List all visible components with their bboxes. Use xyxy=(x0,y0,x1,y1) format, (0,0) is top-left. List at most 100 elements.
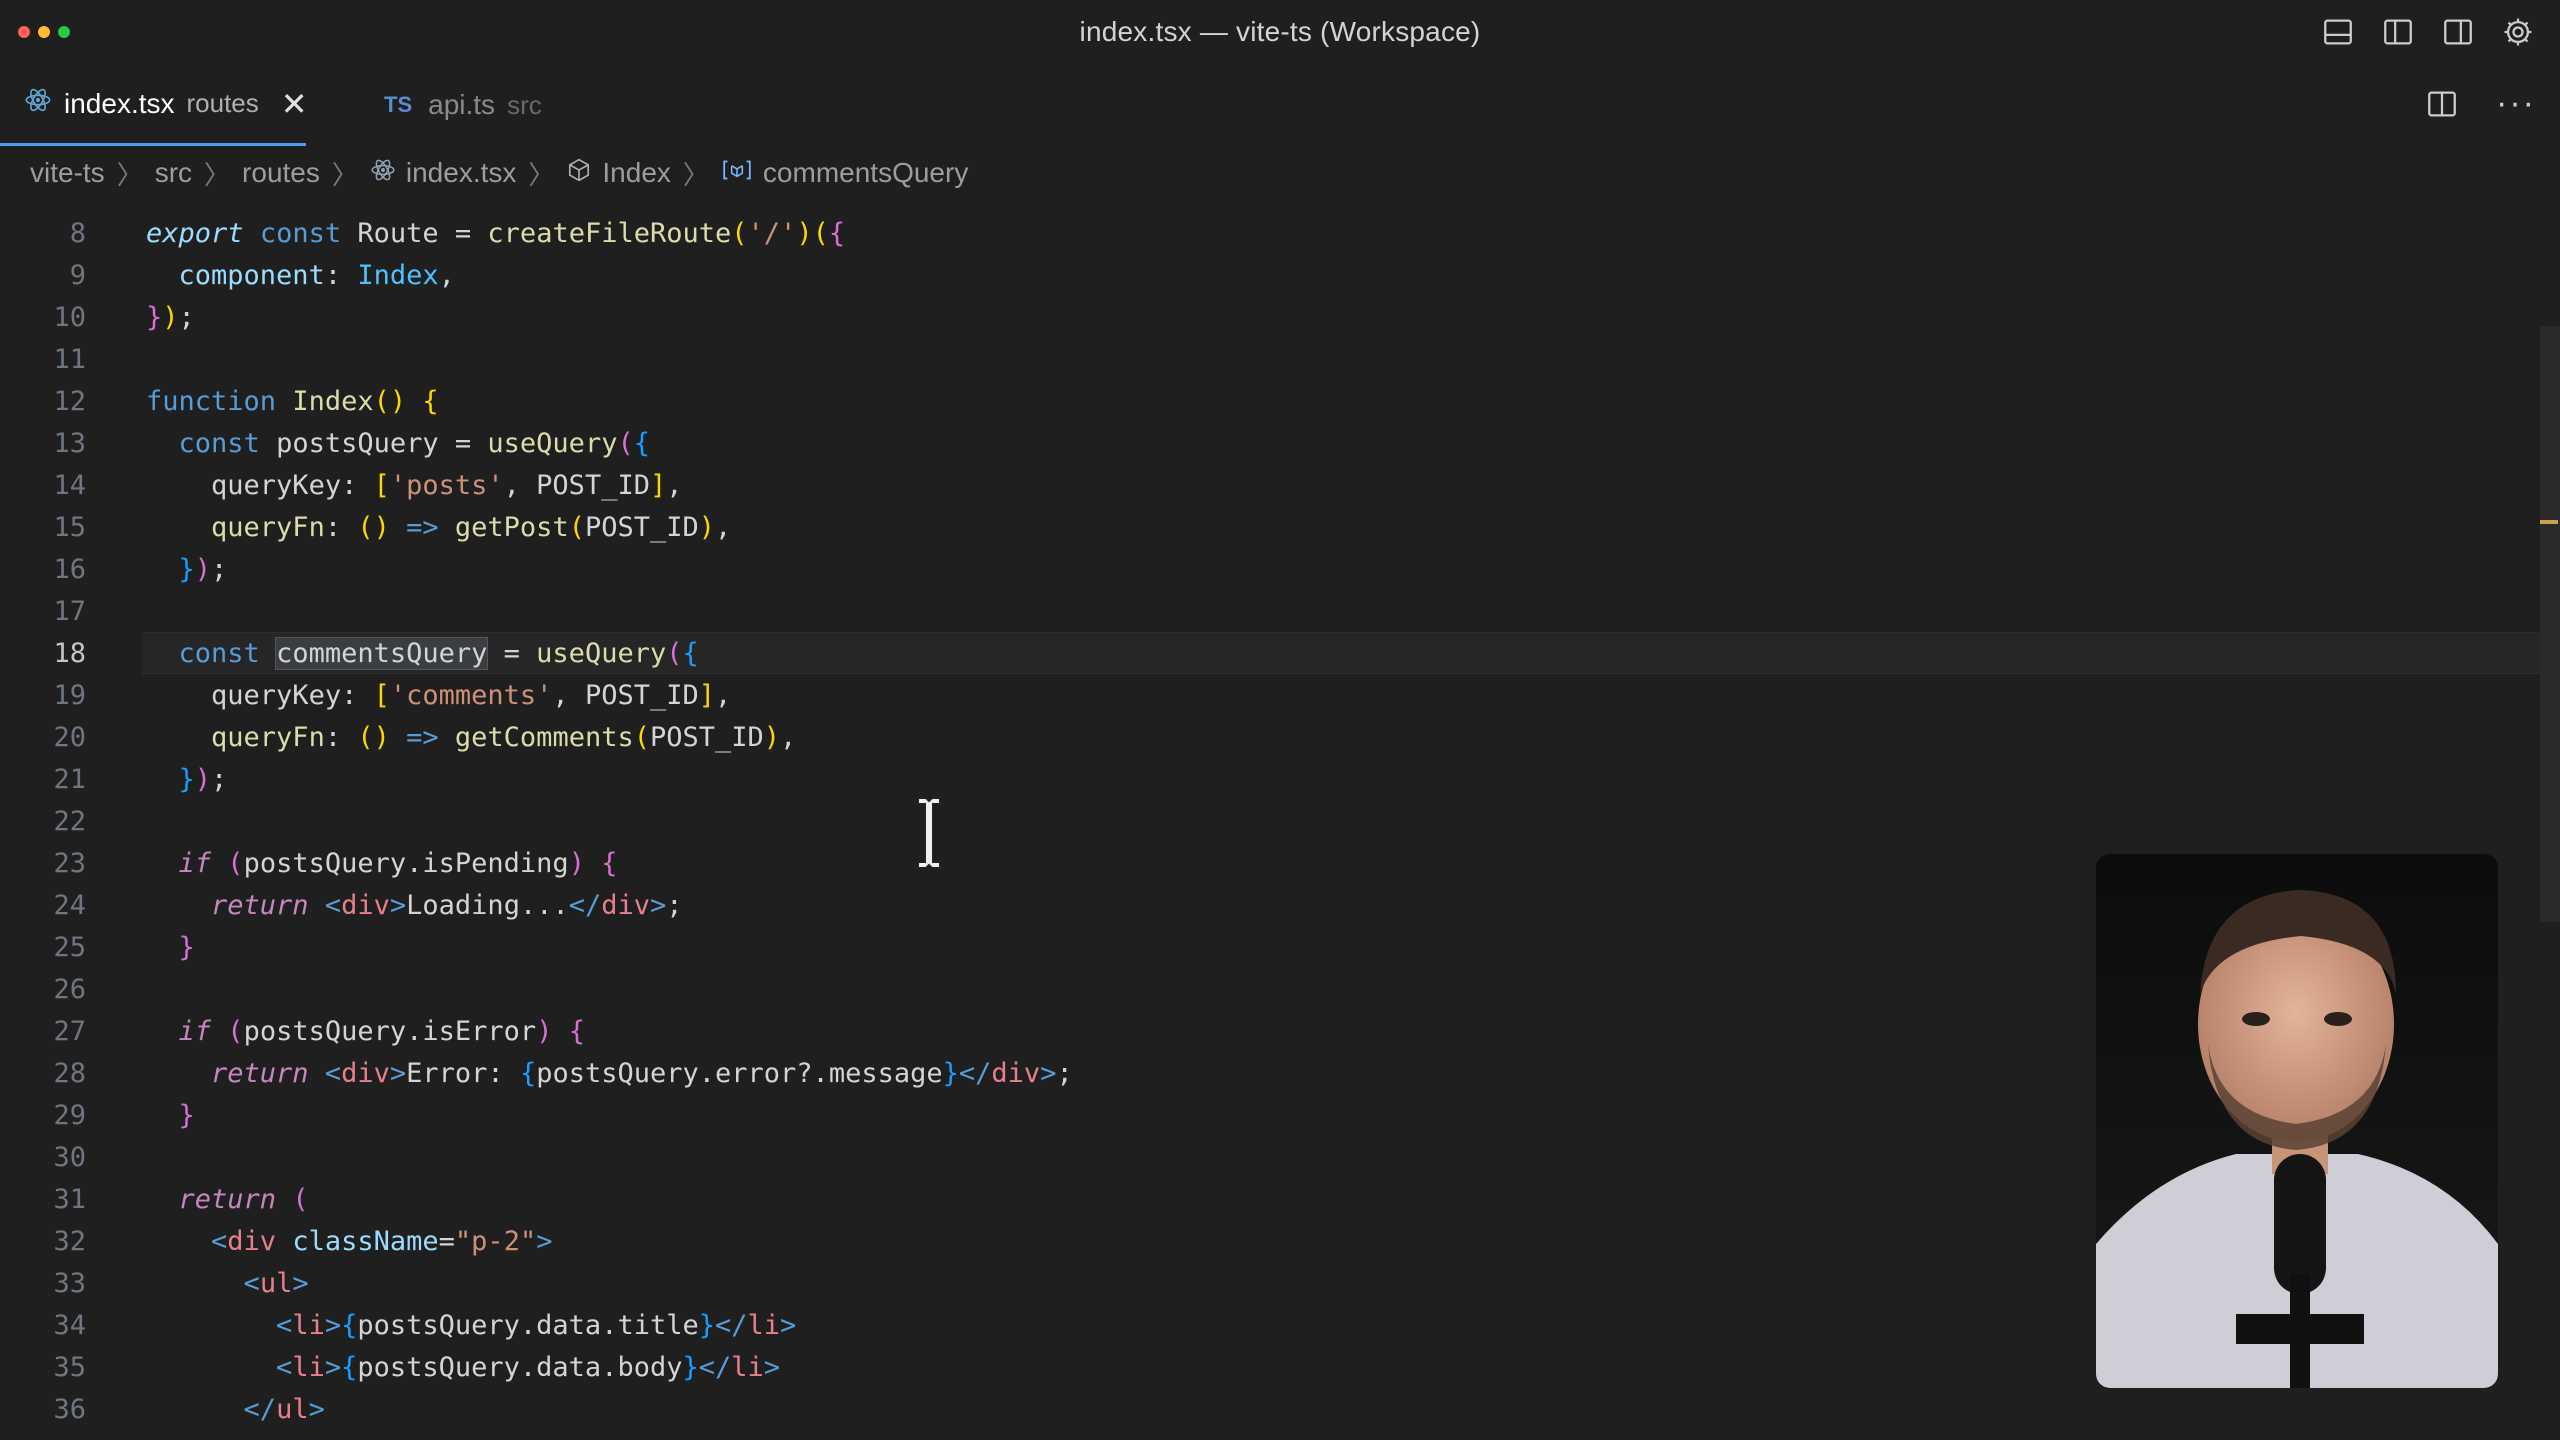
chevron-right-icon: 〉 xyxy=(682,159,709,190)
line-number: 31 xyxy=(53,1183,86,1215)
breadcrumb-item-routes[interactable]: routes xyxy=(242,157,320,189)
line-number: 19 xyxy=(53,679,86,711)
line-number: 14 xyxy=(53,469,86,501)
breadcrumb-item-index[interactable]: Index xyxy=(566,157,671,190)
code-text: }); xyxy=(178,553,228,585)
code-line: 17 xyxy=(0,590,2540,632)
line-number: 34 xyxy=(53,1309,86,1341)
close-tab-icon[interactable]: ✕ xyxy=(281,85,308,123)
code-line: 15 queryFn: () => getPost(POST_ID), xyxy=(0,506,2540,548)
line-number: 13 xyxy=(53,427,86,459)
code-text: component: Index, xyxy=(178,259,455,291)
typescript-icon: TS xyxy=(384,92,413,117)
cube-icon xyxy=(566,157,592,190)
chevron-right-icon: 〉 xyxy=(116,159,143,190)
line-number: 10 xyxy=(53,301,86,333)
code-line: 20 queryFn: () => getComments(POST_ID), xyxy=(0,716,2540,758)
code-text: <div className="p-2"> xyxy=(211,1225,553,1257)
chevron-right-icon: 〉 xyxy=(331,159,358,190)
code-line: 36 </ul> xyxy=(0,1388,2540,1430)
scrollbar-marker xyxy=(2540,520,2558,524)
tab-label: index.tsx xyxy=(64,87,175,119)
code-line: 19 queryKey: ['comments', POST_ID], xyxy=(0,674,2540,716)
code-text: if (postsQuery.isError) { xyxy=(178,1015,585,1047)
line-number: 18 xyxy=(53,637,86,669)
code-text: const postsQuery = useQuery({ xyxy=(178,427,650,459)
settings-gear-icon[interactable] xyxy=(2500,14,2536,50)
code-text: return <div>Error: {postsQuery.error?.me… xyxy=(211,1057,1073,1089)
breadcrumb: vite-ts 〉 src 〉 routes 〉 index.tsx 〉 Ind… xyxy=(30,148,968,198)
highlighted-symbol: commentsQuery xyxy=(275,636,489,670)
code-line: 16 }); xyxy=(0,548,2540,590)
code-line: 12 function Index() { xyxy=(0,380,2540,422)
variable-icon xyxy=(721,157,753,190)
code-text: queryKey: ['comments', POST_ID], xyxy=(211,679,732,711)
code-text: }); xyxy=(146,301,195,333)
react-icon xyxy=(24,86,52,121)
line-number: 36 xyxy=(53,1393,86,1425)
code-text: queryFn: () => getPost(POST_ID), xyxy=(211,511,732,543)
line-number: 22 xyxy=(53,805,86,837)
code-line: 21 }); xyxy=(0,758,2540,800)
line-number: 16 xyxy=(53,553,86,585)
line-number: 32 xyxy=(53,1225,86,1257)
line-number: 8 xyxy=(69,217,86,249)
code-text: <li>{postsQuery.data.title}</li> xyxy=(276,1309,797,1341)
code-line: 9 component: Index, xyxy=(0,254,2540,296)
tab-api-ts[interactable]: TS api.ts src xyxy=(360,64,566,146)
breadcrumb-item-comments-query[interactable]: commentsQuery xyxy=(721,157,968,190)
window-controls xyxy=(18,26,70,38)
tab-description: routes xyxy=(186,88,259,118)
line-number: 15 xyxy=(53,511,86,543)
tab-index-tsx[interactable]: index.tsx routes ✕ xyxy=(0,64,308,146)
title-bar: index.tsx — vite-ts (Workspace) xyxy=(0,0,2560,64)
code-line-current: 18 const commentsQuery = useQuery({ xyxy=(53,632,2540,674)
editor-tab-bar: index.tsx routes ✕ TS api.ts src ··· xyxy=(0,64,2560,148)
line-number: 29 xyxy=(53,1099,86,1131)
code-line: 13 const postsQuery = useQuery({ xyxy=(0,422,2540,464)
chevron-right-icon: 〉 xyxy=(204,159,231,190)
line-number: 11 xyxy=(53,343,86,375)
text-cursor-icon xyxy=(917,797,941,869)
react-icon xyxy=(370,157,396,190)
code-text: function Index() { xyxy=(146,385,439,417)
toggle-sidebar-icon[interactable] xyxy=(2380,14,2416,50)
close-window-button[interactable] xyxy=(18,26,30,38)
presenter-video xyxy=(2096,854,2498,1388)
code-line: 10 }); xyxy=(0,296,2540,338)
more-actions-icon[interactable]: ··· xyxy=(2496,84,2536,123)
breadcrumb-item-index-tsx[interactable]: index.tsx xyxy=(370,157,516,190)
line-number: 35 xyxy=(53,1351,86,1383)
line-number: 30 xyxy=(53,1141,86,1173)
line-number: 26 xyxy=(53,973,86,1005)
line-number: 17 xyxy=(53,595,86,627)
toggle-panel-icon[interactable] xyxy=(2320,14,2356,50)
split-editor-icon[interactable] xyxy=(2424,86,2460,122)
layout-controls xyxy=(2320,14,2536,50)
breadcrumb-item-src[interactable]: src xyxy=(155,157,192,189)
vertical-scrollbar[interactable] xyxy=(2540,326,2560,922)
code-text: <ul> xyxy=(243,1267,309,1299)
code-text: queryKey: ['posts', POST_ID], xyxy=(211,469,683,501)
line-number: 12 xyxy=(53,385,86,417)
minimize-window-button[interactable] xyxy=(38,26,50,38)
code-text: if (postsQuery.isPending) { xyxy=(178,847,618,879)
toggle-secondary-sidebar-icon[interactable] xyxy=(2440,14,2476,50)
line-number: 33 xyxy=(53,1267,86,1299)
tab-label: api.ts xyxy=(428,89,496,120)
chevron-right-icon: 〉 xyxy=(528,159,555,190)
code-text: return ( xyxy=(178,1183,309,1215)
code-text: }); xyxy=(178,763,228,795)
line-number: 9 xyxy=(69,259,86,291)
line-number: 21 xyxy=(53,763,86,795)
code-text: queryFn: () => getComments(POST_ID), xyxy=(211,721,797,753)
window-title: index.tsx — vite-ts (Workspace) xyxy=(1079,16,1481,47)
code-line: 11 xyxy=(0,338,2540,380)
code-text: } xyxy=(178,931,195,963)
breadcrumb-item-vite-ts[interactable]: vite-ts xyxy=(30,157,105,189)
zoom-window-button[interactable] xyxy=(58,26,70,38)
code-line: 14 queryKey: ['posts', POST_ID], xyxy=(0,464,2540,506)
webcam-overlay xyxy=(2096,854,2498,1388)
line-number: 28 xyxy=(53,1057,86,1089)
line-number: 23 xyxy=(53,847,86,879)
